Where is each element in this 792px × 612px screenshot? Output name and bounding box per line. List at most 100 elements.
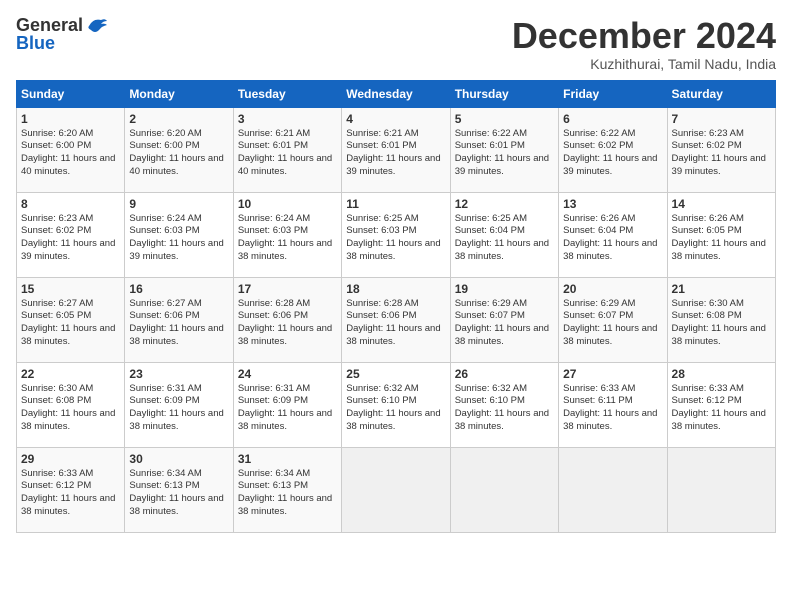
calendar-cell: 17 Sunrise: 6:28 AM Sunset: 6:06 PM Dayl…	[233, 277, 341, 362]
calendar-week-row: 8 Sunrise: 6:23 AM Sunset: 6:02 PM Dayli…	[17, 192, 776, 277]
day-info: Sunrise: 6:23 AM Sunset: 6:02 PM Dayligh…	[21, 213, 120, 264]
day-info: Sunrise: 6:23 AM Sunset: 6:02 PM Dayligh…	[672, 128, 771, 179]
day-info: Sunrise: 6:26 AM Sunset: 6:05 PM Dayligh…	[672, 213, 771, 264]
day-info: Sunrise: 6:25 AM Sunset: 6:03 PM Dayligh…	[346, 213, 445, 264]
title-block: December 2024 Kuzhithurai, Tamil Nadu, I…	[512, 16, 776, 72]
month-title: December 2024	[512, 16, 776, 56]
day-number: 8	[21, 197, 120, 211]
day-info: Sunrise: 6:20 AM Sunset: 6:00 PM Dayligh…	[129, 128, 228, 179]
weekday-header-thursday: Thursday	[450, 80, 558, 107]
day-number: 18	[346, 282, 445, 296]
calendar-cell: 11 Sunrise: 6:25 AM Sunset: 6:03 PM Dayl…	[342, 192, 450, 277]
calendar-cell: 8 Sunrise: 6:23 AM Sunset: 6:02 PM Dayli…	[17, 192, 125, 277]
calendar-cell: 18 Sunrise: 6:28 AM Sunset: 6:06 PM Dayl…	[342, 277, 450, 362]
calendar-cell: 26 Sunrise: 6:32 AM Sunset: 6:10 PM Dayl…	[450, 362, 558, 447]
day-number: 23	[129, 367, 228, 381]
calendar-cell: 1 Sunrise: 6:20 AM Sunset: 6:00 PM Dayli…	[17, 107, 125, 192]
calendar-cell: 30 Sunrise: 6:34 AM Sunset: 6:13 PM Dayl…	[125, 447, 233, 532]
day-info: Sunrise: 6:21 AM Sunset: 6:01 PM Dayligh…	[346, 128, 445, 179]
weekday-header-saturday: Saturday	[667, 80, 775, 107]
day-info: Sunrise: 6:31 AM Sunset: 6:09 PM Dayligh…	[238, 383, 337, 434]
day-number: 7	[672, 112, 771, 126]
day-number: 24	[238, 367, 337, 381]
day-number: 19	[455, 282, 554, 296]
day-info: Sunrise: 6:28 AM Sunset: 6:06 PM Dayligh…	[346, 298, 445, 349]
calendar-cell: 19 Sunrise: 6:29 AM Sunset: 6:07 PM Dayl…	[450, 277, 558, 362]
day-info: Sunrise: 6:20 AM Sunset: 6:00 PM Dayligh…	[21, 128, 120, 179]
calendar-cell: 3 Sunrise: 6:21 AM Sunset: 6:01 PM Dayli…	[233, 107, 341, 192]
calendar-cell: 21 Sunrise: 6:30 AM Sunset: 6:08 PM Dayl…	[667, 277, 775, 362]
day-number: 3	[238, 112, 337, 126]
day-number: 21	[672, 282, 771, 296]
calendar-cell: 31 Sunrise: 6:34 AM Sunset: 6:13 PM Dayl…	[233, 447, 341, 532]
day-info: Sunrise: 6:29 AM Sunset: 6:07 PM Dayligh…	[455, 298, 554, 349]
calendar-cell: 16 Sunrise: 6:27 AM Sunset: 6:06 PM Dayl…	[125, 277, 233, 362]
calendar-week-row: 1 Sunrise: 6:20 AM Sunset: 6:00 PM Dayli…	[17, 107, 776, 192]
calendar-cell: 24 Sunrise: 6:31 AM Sunset: 6:09 PM Dayl…	[233, 362, 341, 447]
calendar-cell: 2 Sunrise: 6:20 AM Sunset: 6:00 PM Dayli…	[125, 107, 233, 192]
day-info: Sunrise: 6:30 AM Sunset: 6:08 PM Dayligh…	[21, 383, 120, 434]
day-number: 2	[129, 112, 228, 126]
logo: General Blue	[16, 16, 109, 52]
calendar-cell: 12 Sunrise: 6:25 AM Sunset: 6:04 PM Dayl…	[450, 192, 558, 277]
calendar-cell: 6 Sunrise: 6:22 AM Sunset: 6:02 PM Dayli…	[559, 107, 667, 192]
calendar-cell: 13 Sunrise: 6:26 AM Sunset: 6:04 PM Dayl…	[559, 192, 667, 277]
day-number: 9	[129, 197, 228, 211]
calendar-cell: 27 Sunrise: 6:33 AM Sunset: 6:11 PM Dayl…	[559, 362, 667, 447]
day-number: 13	[563, 197, 662, 211]
day-number: 31	[238, 452, 337, 466]
day-info: Sunrise: 6:27 AM Sunset: 6:06 PM Dayligh…	[129, 298, 228, 349]
day-number: 25	[346, 367, 445, 381]
calendar-cell	[559, 447, 667, 532]
day-number: 26	[455, 367, 554, 381]
calendar-cell: 9 Sunrise: 6:24 AM Sunset: 6:03 PM Dayli…	[125, 192, 233, 277]
calendar-week-row: 15 Sunrise: 6:27 AM Sunset: 6:05 PM Dayl…	[17, 277, 776, 362]
calendar-cell: 14 Sunrise: 6:26 AM Sunset: 6:05 PM Dayl…	[667, 192, 775, 277]
day-info: Sunrise: 6:33 AM Sunset: 6:12 PM Dayligh…	[21, 468, 120, 519]
calendar-cell: 23 Sunrise: 6:31 AM Sunset: 6:09 PM Dayl…	[125, 362, 233, 447]
day-number: 17	[238, 282, 337, 296]
day-info: Sunrise: 6:32 AM Sunset: 6:10 PM Dayligh…	[455, 383, 554, 434]
day-number: 27	[563, 367, 662, 381]
bird-icon	[87, 16, 109, 34]
logo-blue-text: Blue	[16, 34, 55, 52]
day-info: Sunrise: 6:30 AM Sunset: 6:08 PM Dayligh…	[672, 298, 771, 349]
logo-general-text: General	[16, 16, 83, 34]
calendar-week-row: 29 Sunrise: 6:33 AM Sunset: 6:12 PM Dayl…	[17, 447, 776, 532]
day-number: 29	[21, 452, 120, 466]
day-info: Sunrise: 6:32 AM Sunset: 6:10 PM Dayligh…	[346, 383, 445, 434]
calendar-cell: 28 Sunrise: 6:33 AM Sunset: 6:12 PM Dayl…	[667, 362, 775, 447]
day-number: 30	[129, 452, 228, 466]
calendar-cell: 25 Sunrise: 6:32 AM Sunset: 6:10 PM Dayl…	[342, 362, 450, 447]
weekday-header-friday: Friday	[559, 80, 667, 107]
day-info: Sunrise: 6:25 AM Sunset: 6:04 PM Dayligh…	[455, 213, 554, 264]
day-info: Sunrise: 6:33 AM Sunset: 6:12 PM Dayligh…	[672, 383, 771, 434]
weekday-header-monday: Monday	[125, 80, 233, 107]
calendar-cell: 5 Sunrise: 6:22 AM Sunset: 6:01 PM Dayli…	[450, 107, 558, 192]
day-info: Sunrise: 6:22 AM Sunset: 6:01 PM Dayligh…	[455, 128, 554, 179]
day-number: 4	[346, 112, 445, 126]
day-number: 15	[21, 282, 120, 296]
day-info: Sunrise: 6:29 AM Sunset: 6:07 PM Dayligh…	[563, 298, 662, 349]
location-subtitle: Kuzhithurai, Tamil Nadu, India	[512, 56, 776, 72]
calendar-header-row: SundayMondayTuesdayWednesdayThursdayFrid…	[17, 80, 776, 107]
day-info: Sunrise: 6:24 AM Sunset: 6:03 PM Dayligh…	[129, 213, 228, 264]
calendar-cell	[667, 447, 775, 532]
day-number: 28	[672, 367, 771, 381]
day-number: 11	[346, 197, 445, 211]
day-info: Sunrise: 6:31 AM Sunset: 6:09 PM Dayligh…	[129, 383, 228, 434]
day-number: 1	[21, 112, 120, 126]
calendar-cell	[450, 447, 558, 532]
calendar-cell: 10 Sunrise: 6:24 AM Sunset: 6:03 PM Dayl…	[233, 192, 341, 277]
day-number: 14	[672, 197, 771, 211]
calendar-cell	[342, 447, 450, 532]
day-number: 12	[455, 197, 554, 211]
day-info: Sunrise: 6:26 AM Sunset: 6:04 PM Dayligh…	[563, 213, 662, 264]
calendar-cell: 7 Sunrise: 6:23 AM Sunset: 6:02 PM Dayli…	[667, 107, 775, 192]
day-number: 6	[563, 112, 662, 126]
calendar-week-row: 22 Sunrise: 6:30 AM Sunset: 6:08 PM Dayl…	[17, 362, 776, 447]
calendar-cell: 22 Sunrise: 6:30 AM Sunset: 6:08 PM Dayl…	[17, 362, 125, 447]
weekday-header-wednesday: Wednesday	[342, 80, 450, 107]
calendar-cell: 4 Sunrise: 6:21 AM Sunset: 6:01 PM Dayli…	[342, 107, 450, 192]
day-number: 22	[21, 367, 120, 381]
